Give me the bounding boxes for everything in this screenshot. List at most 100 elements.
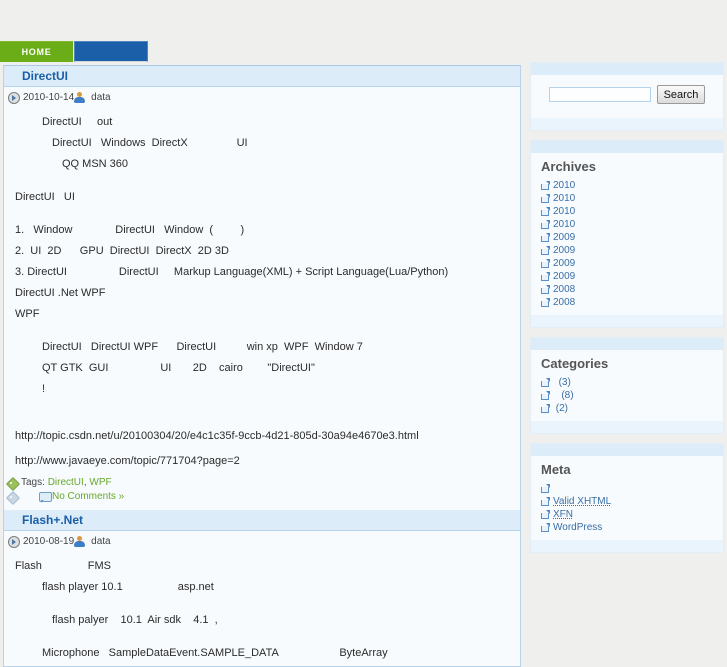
widget-top-strip bbox=[531, 338, 723, 350]
category-count: (3) bbox=[558, 377, 571, 388]
widget-body: Search bbox=[531, 75, 723, 118]
archive-link[interactable]: 2008 bbox=[553, 283, 575, 296]
main-navigation: HOME bbox=[0, 41, 148, 62]
archive-item[interactable]: 2010 bbox=[541, 179, 713, 192]
category-item[interactable]: (8) bbox=[541, 389, 713, 402]
widget-top-strip bbox=[531, 141, 723, 153]
user-icon bbox=[74, 92, 86, 103]
post-footer: Tags: DirectUI, WPF No Comments » bbox=[4, 476, 520, 510]
post-line: DirectUI Windows DirectX UI bbox=[52, 137, 248, 149]
archive-link[interactable]: 2009 bbox=[553, 270, 575, 283]
post-title-link[interactable]: Flash+.Net bbox=[22, 513, 83, 527]
archive-link[interactable]: 2010 bbox=[553, 179, 575, 192]
post-title-link[interactable]: DirectUI bbox=[22, 69, 68, 83]
archive-link[interactable]: 2009 bbox=[553, 244, 575, 257]
archive-item[interactable]: 2010 bbox=[541, 205, 713, 218]
archive-item[interactable]: 2009 bbox=[541, 231, 713, 244]
tag-link[interactable]: DirectUI bbox=[48, 476, 84, 490]
widget-categories: Categories (3) (8) (2) bbox=[530, 337, 724, 434]
archive-link[interactable]: 2009 bbox=[553, 231, 575, 244]
category-count: (8) bbox=[561, 390, 574, 401]
archive-item[interactable]: 2008 bbox=[541, 283, 713, 296]
widget-bottom-strip bbox=[531, 540, 723, 552]
meta-link[interactable]: XFN bbox=[553, 508, 573, 521]
category-item[interactable]: (3) bbox=[541, 376, 713, 389]
search-button[interactable]: Search bbox=[656, 85, 706, 104]
meta-list: Valid XHTML XFN WordPress bbox=[541, 482, 713, 534]
post-header: Flash+.Net bbox=[4, 510, 520, 531]
archive-link[interactable]: 2010 bbox=[553, 218, 575, 231]
meta-item[interactable]: WordPress bbox=[541, 521, 713, 534]
widget-top-strip bbox=[531, 63, 723, 75]
comments-link[interactable]: No Comments » bbox=[52, 490, 124, 504]
widget-title: Meta bbox=[541, 462, 571, 477]
external-link-icon bbox=[541, 484, 550, 493]
widget-bottom-strip bbox=[531, 421, 723, 433]
post-line: flash player 10.1 asp.net bbox=[42, 581, 214, 593]
external-link-icon bbox=[541, 194, 550, 203]
meta-item[interactable]: Valid XHTML bbox=[541, 495, 713, 508]
archive-link[interactable]: 2009 bbox=[553, 257, 575, 270]
categories-list: (3) (8) (2) bbox=[541, 376, 713, 415]
post-line: QT GTK GUI UI 2D cairo "DirectUI" bbox=[42, 362, 315, 374]
external-link-icon bbox=[541, 510, 550, 519]
post-line: DirectUI out bbox=[42, 116, 113, 128]
post-header: DirectUI bbox=[4, 66, 520, 87]
category-count: (2) bbox=[555, 403, 569, 414]
meta-item[interactable] bbox=[541, 482, 713, 495]
external-link-icon bbox=[541, 233, 550, 242]
category-item[interactable]: (2) bbox=[541, 402, 713, 415]
archive-item[interactable]: 2010 bbox=[541, 218, 713, 231]
archive-link[interactable]: 2008 bbox=[553, 296, 575, 309]
archive-link[interactable]: 2010 bbox=[553, 192, 575, 205]
content-column: DirectUI 2010-10-14 data DirectUI out Di… bbox=[3, 65, 521, 667]
archive-item[interactable]: 2009 bbox=[541, 244, 713, 257]
page-body: DirectUI 2010-10-14 data DirectUI out Di… bbox=[0, 62, 727, 667]
archive-item[interactable]: 2009 bbox=[541, 257, 713, 270]
post-author: data bbox=[91, 536, 111, 547]
post-metadata: 2010-10-14 data bbox=[4, 87, 520, 106]
tag-icon bbox=[5, 490, 21, 505]
post-line: 2. UI 2D GPU DirectUI DirectX 2D 3D bbox=[15, 245, 229, 257]
post-author: data bbox=[91, 92, 111, 103]
external-link-icon bbox=[541, 285, 550, 294]
comment-bubble-icon bbox=[39, 491, 52, 503]
search-input[interactable] bbox=[548, 87, 651, 102]
external-link-icon bbox=[541, 523, 550, 532]
archive-item[interactable]: 2010 bbox=[541, 192, 713, 205]
external-link-icon bbox=[541, 272, 550, 281]
post-line: QQ MSN 360 bbox=[62, 158, 129, 170]
post-line: ! bbox=[42, 383, 46, 395]
meta-link[interactable]: WordPress bbox=[553, 521, 602, 534]
meta-link[interactable]: Valid XHTML bbox=[553, 495, 611, 508]
post-line: DirectUI UI bbox=[15, 191, 75, 203]
tag-link[interactable]: WPF bbox=[89, 476, 111, 490]
post-article: Flash+.Net 2010-08-19 data Flash FMS fla… bbox=[4, 510, 520, 666]
post-line: 1. Window DirectUI Window ( ) bbox=[15, 224, 245, 236]
widget-bottom-strip bbox=[531, 315, 723, 327]
external-link-icon bbox=[541, 391, 550, 400]
post-line: Flash FMS bbox=[15, 560, 111, 572]
post-article: DirectUI 2010-10-14 data DirectUI out Di… bbox=[4, 66, 520, 510]
nav-item-home[interactable]: HOME bbox=[0, 41, 73, 62]
post-url: http://www.javaeye.com/topic/771704?page… bbox=[15, 455, 240, 467]
post-body: Flash FMS flash player 10.1 asp.net flas… bbox=[4, 550, 520, 666]
archive-item[interactable]: 2009 bbox=[541, 270, 713, 283]
archive-item[interactable]: 2008 bbox=[541, 296, 713, 309]
external-link-icon bbox=[541, 497, 550, 506]
tag-icon bbox=[5, 476, 21, 491]
site-header bbox=[0, 0, 727, 41]
meta-item[interactable]: XFN bbox=[541, 508, 713, 521]
search-form: Search bbox=[541, 79, 713, 112]
post-url: http://topic.csdn.net/u/20100304/20/e4c1… bbox=[15, 430, 419, 442]
user-icon bbox=[74, 536, 86, 547]
archive-link[interactable]: 2010 bbox=[553, 205, 575, 218]
post-date: 2010-10-14 bbox=[23, 92, 75, 103]
post-line: DirectUI DirectUI WPF DirectUI win xp WP… bbox=[42, 341, 363, 353]
widget-body: Meta Valid XHTML XFN WordPress bbox=[531, 456, 723, 540]
nav-item-second[interactable] bbox=[74, 41, 148, 62]
